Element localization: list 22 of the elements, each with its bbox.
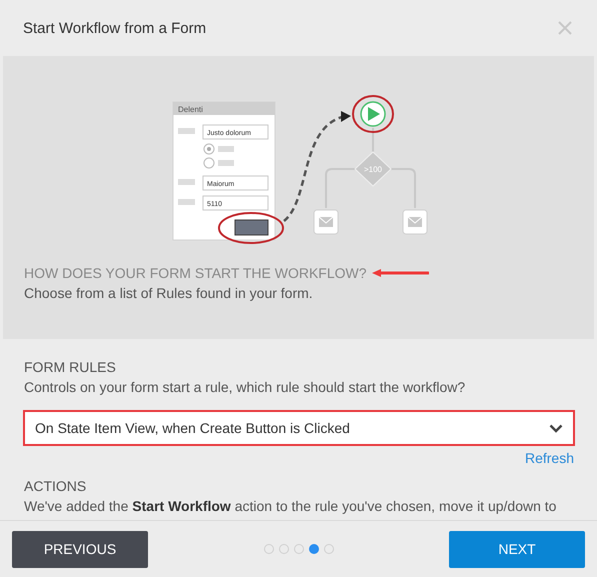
step-dot[interactable] [278, 544, 288, 554]
rule-dropdown[interactable]: On State Item View, when Create Button is Clicked [23, 410, 575, 446]
step-dot[interactable] [264, 544, 274, 554]
next-button[interactable]: NEXT [449, 530, 585, 568]
highlight-ellipse [218, 212, 284, 244]
step-dot[interactable] [308, 544, 318, 554]
arrow-icon [370, 268, 429, 278]
section-heading: FORM RULES [24, 359, 117, 375]
previous-button[interactable]: PREVIOUS [12, 530, 148, 568]
form-title: Delenti [178, 105, 203, 114]
highlight-ellipse [352, 95, 394, 133]
step-dot[interactable] [294, 544, 304, 554]
section-heading: ACTIONS [24, 478, 88, 494]
window-title: Start Workflow from a Form [23, 20, 206, 36]
play-icon [360, 101, 386, 127]
description-text: We've added the Start Workflow action to the rule you've chosen, move it up/down to [24, 498, 558, 514]
description-text: Controls on your form start a rule, which rule should start the workflow? [24, 379, 466, 395]
step-dot[interactable] [324, 544, 334, 554]
section-heading: HOW DOES YOUR FORM START THE WORKFLOW? [24, 265, 367, 281]
description-text: Choose from a list of Rules found in your form. [24, 285, 314, 301]
close-icon[interactable] [558, 21, 572, 35]
chevron-down-icon [549, 424, 563, 432]
